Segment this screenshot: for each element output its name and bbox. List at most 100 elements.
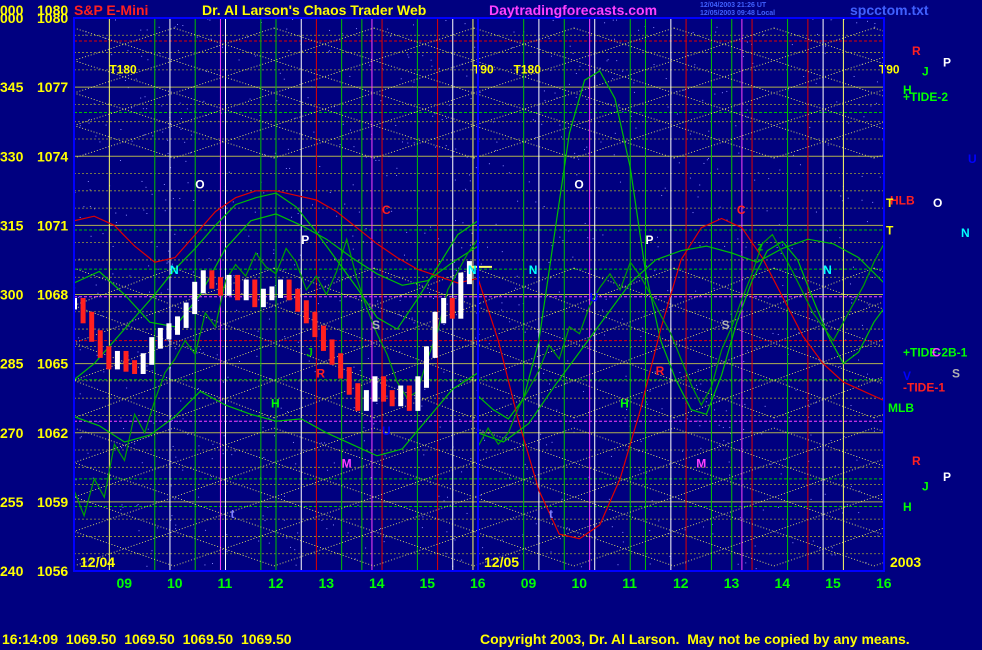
star-dot (286, 411, 288, 413)
star-dot (80, 436, 82, 438)
star-dot (474, 46, 476, 48)
star-dot (131, 107, 133, 109)
price-bar (449, 297, 455, 319)
star-dot (145, 186, 147, 188)
star-dot (543, 372, 545, 374)
price-bar (423, 346, 429, 388)
right-label: T (886, 196, 894, 210)
star-dot (129, 275, 131, 277)
price-bar (149, 337, 155, 365)
star-dot (718, 424, 720, 426)
star-dot (353, 146, 355, 148)
star-dot (761, 433, 763, 435)
star-dot (438, 495, 440, 497)
price-bar (338, 353, 344, 379)
chart-marker: M (696, 456, 706, 470)
price-bar (80, 297, 86, 324)
star-dot (443, 324, 445, 326)
star-dot (762, 509, 764, 511)
star-dot (216, 354, 218, 356)
star-dot (446, 303, 448, 305)
star-dot (809, 127, 811, 129)
chart-marker: S (722, 318, 730, 332)
star-dot (174, 233, 176, 235)
price-bar (260, 288, 266, 308)
price-bar (252, 279, 258, 308)
star-dot (146, 29, 148, 31)
star-dot (638, 450, 640, 452)
star-dot (847, 197, 849, 199)
star-dot (724, 245, 726, 247)
star-dot (526, 468, 528, 470)
star-dot (358, 211, 360, 213)
star-dot (478, 302, 480, 304)
price-bar (209, 270, 215, 289)
star-dot (353, 407, 355, 409)
star-dot (742, 55, 744, 57)
chaos-trader-chart: T180 T90 T180 T90OCNPSJRHMUNtONPCSURHMNtz R… (0, 0, 982, 650)
star-dot (187, 182, 189, 184)
star-dot (175, 456, 177, 458)
star-dot (407, 54, 409, 56)
star-dot (549, 383, 551, 385)
star-dot (568, 83, 570, 85)
star-dot (99, 141, 101, 143)
y-label-left: 330 (0, 148, 24, 164)
star-dot (722, 427, 724, 429)
chart-marker: O (195, 178, 204, 192)
star-dot (258, 540, 260, 542)
star-dot (706, 159, 708, 161)
star-dot (212, 563, 214, 565)
star-dot (703, 162, 705, 164)
star-dot (550, 551, 552, 553)
star-dot (612, 19, 614, 21)
star-dot (465, 188, 467, 190)
star-dot (830, 440, 832, 442)
star-dot (714, 93, 716, 95)
star-dot (793, 208, 795, 210)
star-dot (697, 369, 699, 371)
site-url[interactable]: Daytradingforecasts.com (489, 2, 657, 18)
x-year-label: 2003 (890, 554, 921, 570)
star-dot (287, 148, 289, 150)
star-dot (79, 393, 81, 395)
star-dot (270, 306, 272, 308)
star-dot (232, 201, 234, 203)
star-dot (146, 565, 148, 567)
star-dot (737, 238, 739, 240)
star-dot (336, 215, 338, 217)
star-dot (254, 55, 256, 57)
y-label-left: 345 (0, 79, 24, 95)
star-dot (558, 291, 560, 293)
star-dot (703, 526, 705, 528)
chart-marker: R (656, 364, 665, 378)
star-dot (664, 187, 666, 189)
star-dot (413, 81, 415, 83)
star-dot (357, 504, 359, 506)
star-dot (595, 537, 597, 539)
star-dot (667, 290, 669, 292)
star-dot (676, 113, 678, 115)
star-dot (226, 534, 228, 536)
star-dot (548, 37, 550, 39)
x-hour-label: 12 (673, 575, 689, 591)
star-dot (580, 566, 582, 568)
star-dot (406, 231, 408, 233)
star-dot (142, 108, 144, 110)
star-dot (727, 442, 729, 444)
star-dot (767, 297, 769, 299)
right-label: R (912, 44, 921, 58)
star-dot (876, 81, 878, 83)
star-dot (175, 348, 177, 350)
star-dot (112, 245, 114, 247)
star-dot (578, 158, 580, 160)
star-dot (661, 408, 663, 410)
star-dot (115, 212, 117, 214)
star-dot (286, 537, 288, 539)
star-dot (386, 395, 388, 397)
star-dot (499, 466, 501, 468)
star-dot (270, 378, 272, 380)
star-dot (587, 237, 589, 239)
price-bar (432, 311, 438, 358)
price-bar (166, 323, 172, 340)
